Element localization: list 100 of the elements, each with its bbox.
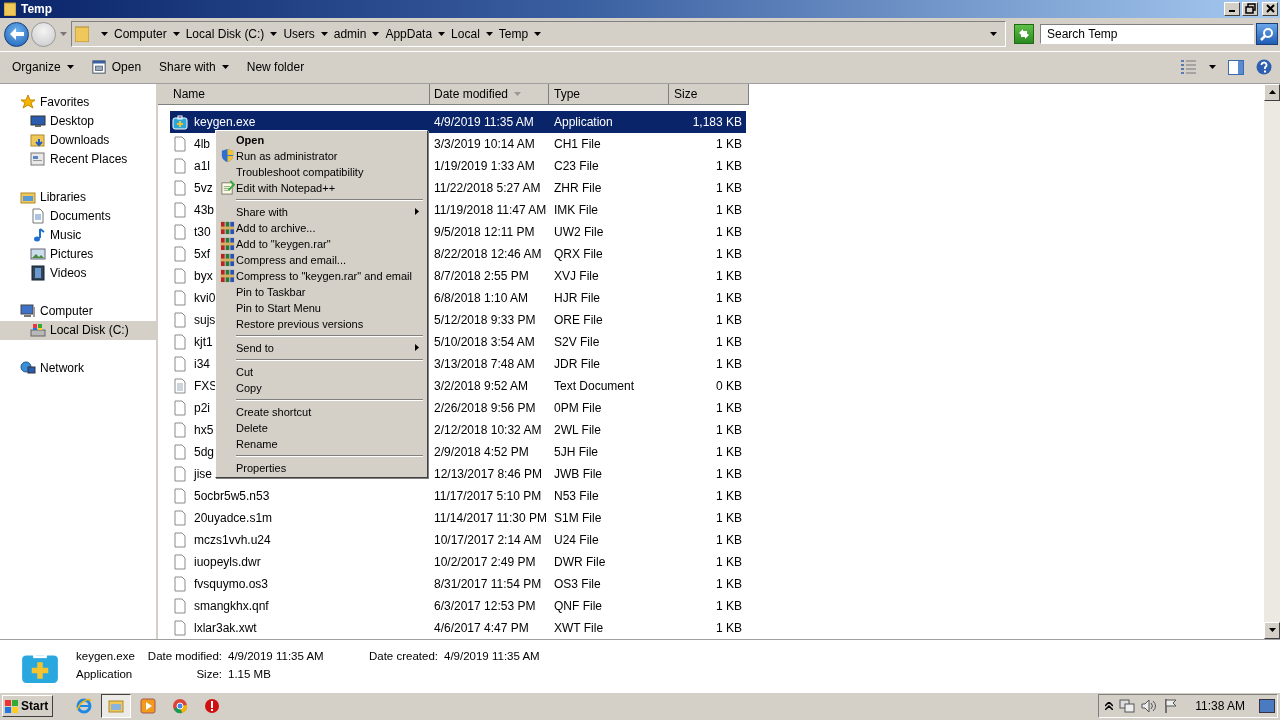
picture-icon	[30, 246, 46, 263]
scrollbar[interactable]	[1264, 83, 1280, 639]
star-icon	[20, 94, 36, 111]
file-name: 5xf	[194, 246, 210, 261]
menu-item[interactable]: Create shortcut	[218, 403, 425, 420]
menu-item[interactable]: Delete	[218, 419, 425, 436]
address-bar[interactable]: Computer Local Disk (C:) Users admin AppData Local Temp	[71, 21, 1006, 48]
sidebar-item[interactable]: Local Disk (C:)	[0, 320, 156, 340]
toolbar-button[interactable]: New folder	[246, 56, 305, 79]
menu-item[interactable]: Add to archive...	[218, 219, 425, 236]
folder-icon	[108, 698, 125, 715]
column-header[interactable]: Type	[549, 83, 669, 105]
table-cell-text: 1 KB	[715, 620, 743, 635]
windows-flag-icon	[5, 699, 19, 713]
notepad-icon	[219, 180, 235, 196]
file-name: keygen.exe	[194, 114, 256, 129]
caret-icon	[438, 32, 446, 37]
first-aid-kit-icon	[172, 113, 188, 130]
menu-item[interactable]: Rename	[218, 435, 425, 452]
table-cell-text: UW2 File	[553, 224, 605, 239]
pane-icon	[1228, 59, 1244, 75]
refresh-button[interactable]	[1014, 24, 1034, 45]
search-button[interactable]	[1256, 23, 1278, 46]
taskbar-button[interactable]	[101, 694, 132, 719]
breadcrumb[interactable]: Temp	[498, 27, 529, 42]
breadcrumb[interactable]: Users	[283, 27, 315, 42]
show-desktop-icon	[1259, 699, 1275, 714]
file-name: iuopeyls.dwr	[194, 554, 261, 569]
sidebar-item[interactable]: Music	[0, 225, 156, 245]
menu-item[interactable]: Copy	[218, 379, 425, 396]
sidebar-item[interactable]: Recent Places	[0, 149, 156, 169]
file-icon	[172, 597, 188, 614]
sidebar-item[interactable]: Downloads	[0, 130, 156, 150]
table-cell-text: 1 KB	[715, 422, 743, 437]
file-icon	[172, 311, 188, 328]
sidebar-item[interactable]: Libraries	[0, 187, 156, 207]
selected-file-row[interactable]: keygen.exe 4/9/2019 11:35 AM Application 1,183 KB	[170, 110, 746, 133]
sidebar-item[interactable]: Desktop	[0, 111, 156, 131]
breadcrumb[interactable]: admin	[333, 27, 367, 42]
menu-item[interactable]: Properties	[218, 459, 425, 476]
sidebar-item[interactable]: Network	[0, 358, 156, 378]
sidebar-item[interactable]: Favorites	[0, 92, 156, 112]
speaker-icon	[1141, 698, 1158, 715]
sidebar-item[interactable]: Documents	[0, 206, 156, 226]
menu-item[interactable]: Pin to Start Menu	[218, 299, 425, 316]
file-name: kvi0	[194, 290, 216, 305]
menu-item[interactable]: Restore previous versions	[218, 315, 425, 332]
menu-item[interactable]: Share with	[218, 203, 425, 220]
start-button[interactable]: Start	[2, 695, 54, 718]
window-icon	[30, 151, 46, 168]
menu-item[interactable]: Run as administrator	[218, 147, 425, 164]
minimize-button[interactable]	[1224, 1, 1240, 16]
clock[interactable]: 11:38 AM	[1195, 699, 1245, 714]
search-field[interactable]: Search Temp	[1040, 24, 1254, 45]
submenu-arrow-icon	[415, 344, 419, 352]
breadcrumb[interactable]: Local	[451, 27, 480, 42]
arrow-left-icon	[9, 28, 24, 41]
menu-item[interactable]: Compress to "keygen.rar" and email	[218, 267, 425, 284]
file-name: 4lb	[194, 136, 210, 151]
file-name: kjt1	[194, 334, 213, 349]
menu-item[interactable]: Edit with Notepad++	[218, 179, 425, 196]
menu-item[interactable]: Open	[218, 131, 425, 148]
close-button[interactable]	[1262, 1, 1278, 16]
table-cell-text: Text Document	[553, 378, 636, 393]
menu-item[interactable]: Send to	[218, 339, 425, 356]
breadcrumb[interactable]: Local Disk (C:)	[185, 27, 265, 42]
table-cell-text: 1/19/2019 1:33 AM	[433, 158, 536, 173]
table-cell-text: 5/12/2018 9:33 PM	[433, 312, 537, 327]
sidebar-item[interactable]: Computer	[0, 301, 156, 321]
table-cell-text: 6/8/2018 1:10 AM	[433, 290, 530, 305]
toolbar-button[interactable]: Organize	[12, 56, 74, 79]
menu-item[interactable]: Troubleshoot compatibility	[218, 163, 425, 180]
table-cell-text: 9/5/2018 12:11 PM	[433, 224, 536, 239]
menu-item[interactable]: Compress and email...	[218, 251, 425, 268]
browser-e-icon	[76, 698, 93, 715]
table-cell-text: 4/6/2017 4:47 PM	[433, 620, 530, 635]
breadcrumb[interactable]: AppData	[385, 27, 433, 42]
caret-icon	[101, 32, 108, 37]
help-icon	[1256, 59, 1272, 76]
menu-item[interactable]: Cut	[218, 363, 425, 380]
column-header[interactable]: Name	[158, 83, 430, 105]
column-header[interactable]: Size	[669, 83, 749, 105]
table-cell-text: C23 File	[553, 158, 600, 173]
sidebar-item[interactable]: Pictures	[0, 244, 156, 264]
toolbar-button[interactable]: Share with	[159, 56, 229, 79]
column-header[interactable]: Date modified	[430, 83, 549, 105]
sidebar-item[interactable]: Videos	[0, 263, 156, 283]
table-cell-text: 1 KB	[715, 400, 743, 415]
table-cell-text: JDR File	[553, 356, 601, 371]
table-cell-text: Application	[553, 114, 614, 129]
table-cell-text: 11/14/2017 11:30 PM	[433, 510, 548, 525]
back-button[interactable]	[4, 21, 29, 47]
toolbar-button[interactable]: Open	[91, 56, 142, 79]
restore-button[interactable]	[1242, 1, 1258, 16]
table-cell-text: U24 File	[553, 532, 600, 547]
menu-item[interactable]: Pin to Taskbar	[218, 283, 425, 300]
caret-icon	[990, 32, 997, 37]
field-value: 4/9/2019 11:35 AM	[228, 649, 325, 662]
breadcrumb[interactable]: Computer	[114, 27, 167, 42]
menu-item[interactable]: Add to "keygen.rar"	[218, 235, 425, 252]
